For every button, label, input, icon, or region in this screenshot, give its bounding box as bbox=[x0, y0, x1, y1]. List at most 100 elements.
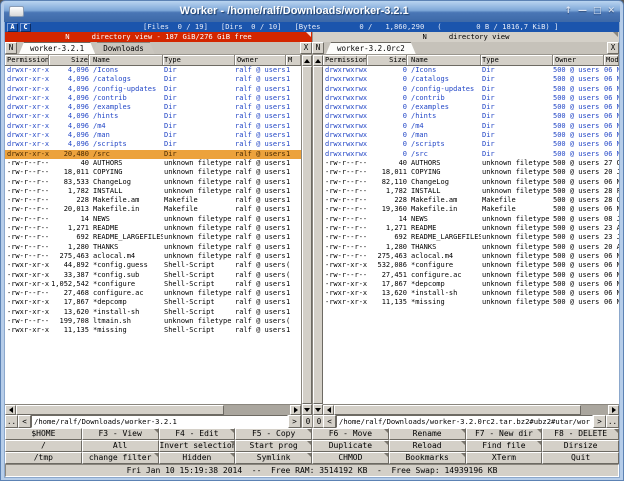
bank-button-dirsize[interactable]: Dirsize bbox=[542, 440, 619, 452]
mode-c-button[interactable]: C bbox=[20, 23, 31, 32]
file-row[interactable]: -rw-r--r--18,011COPYINGunknown filetype5… bbox=[323, 168, 619, 177]
dir-row[interactable]: drwxrwxrwx0/catalogsDir500 @ users06 N bbox=[323, 75, 619, 84]
dir-row[interactable]: drwxrwxrwx0/m4Dir500 @ users06 N bbox=[323, 122, 619, 131]
file-row[interactable]: -rw-r--r--1,280THANKSunknown filetype500… bbox=[323, 243, 619, 252]
file-row[interactable]: -rw-r--r--692README_LARGEFILESunknown fi… bbox=[5, 233, 301, 242]
dir-row[interactable]: drwxrwxrwx0/IconsDir500 @ users06 N bbox=[323, 66, 619, 75]
scroll-down-icon[interactable] bbox=[302, 404, 312, 415]
bank-button-duplicate[interactable]: Duplicate bbox=[312, 440, 389, 452]
column-header-type[interactable]: Type bbox=[481, 55, 553, 65]
dir-row[interactable]: drwxr-xr-x4,096/contribDirralf @ users1 bbox=[5, 94, 301, 103]
file-row[interactable]: -rwxr-xr-x13,620*install-shShell-Scriptr… bbox=[5, 308, 301, 317]
dir-row[interactable]: drwxrwxrwx0/hintsDir500 @ users06 N bbox=[323, 112, 619, 121]
bank-button-chmod[interactable]: CHMOD bbox=[312, 452, 389, 464]
right-hscroll-track[interactable] bbox=[334, 405, 608, 415]
bank-button-[interactable]: / bbox=[5, 440, 82, 452]
column-header-permission[interactable]: Permission bbox=[5, 55, 49, 65]
right-vscroll-thumb[interactable] bbox=[313, 66, 323, 404]
right-parent-dir-button[interactable]: .. bbox=[606, 415, 619, 428]
file-row[interactable]: -rw-r--r--27,468configure.acunknown file… bbox=[5, 289, 301, 298]
bank-button-bookmarks[interactable]: Bookmarks bbox=[389, 452, 466, 464]
file-row[interactable]: -rw-r--r--40AUTHORSunknown filetyperalf … bbox=[5, 159, 301, 168]
bank-button-home[interactable]: $HOME bbox=[5, 428, 82, 440]
bank-button-f8-delete[interactable]: F8 - DELETE bbox=[542, 428, 619, 440]
bank-button-change-filter[interactable]: change filter bbox=[82, 452, 159, 464]
bank-button-xterm[interactable]: XTerm bbox=[466, 452, 543, 464]
file-row[interactable]: -rw-r--r--692README_LARGEFILESunknown fi… bbox=[323, 233, 619, 242]
bank-button-rename[interactable]: Rename bbox=[389, 428, 466, 440]
dir-row[interactable]: drwxr-xr-x4,096/m4Dirralf @ users1 bbox=[5, 122, 301, 131]
column-header-permission[interactable]: Permission bbox=[323, 55, 367, 65]
left-new-tab-button[interactable]: N bbox=[5, 42, 17, 54]
shade-icon[interactable]: ↑ bbox=[564, 7, 572, 16]
dir-row[interactable]: drwxr-xr-x4,096/IconsDirralf @ users1 bbox=[5, 66, 301, 75]
left-forward-button[interactable]: > bbox=[288, 415, 301, 428]
left-close-tab-button[interactable]: X bbox=[300, 42, 312, 54]
scroll-up-icon[interactable] bbox=[313, 55, 323, 66]
tab-downloads[interactable]: Downloads bbox=[92, 42, 155, 54]
file-row[interactable]: -rwxr-xr-x532,086*configureunknown filet… bbox=[323, 261, 619, 270]
right-forward-button[interactable]: > bbox=[593, 415, 606, 428]
dir-row[interactable]: drwxrwxrwx0/srcDir500 @ users06 N bbox=[323, 150, 619, 159]
file-row[interactable]: -rwxr-xr-x17,867*depcompunknown filetype… bbox=[323, 280, 619, 289]
scroll-down-icon[interactable] bbox=[313, 404, 323, 415]
file-row[interactable]: -rwxr-xr-x11,135*missingunknown filetype… bbox=[323, 298, 619, 307]
column-header-type[interactable]: Type bbox=[163, 55, 235, 65]
right-path-input[interactable] bbox=[336, 415, 593, 428]
dir-row[interactable]: drwxr-xr-x4,096/scriptsDirralf @ users1 bbox=[5, 140, 301, 149]
left-hscroll-thumb[interactable] bbox=[16, 405, 224, 415]
scroll-right-icon[interactable] bbox=[290, 405, 301, 415]
right-vscrollbar[interactable]: 0 bbox=[312, 55, 323, 428]
column-header-modif[interactable]: Modif bbox=[604, 55, 619, 65]
bank-button-f5-copy[interactable]: F5 - Copy bbox=[235, 428, 312, 440]
column-header-size[interactable]: Size bbox=[49, 55, 89, 65]
dir-row[interactable]: drwxrwxrwx0/contribDir500 @ users06 N bbox=[323, 94, 619, 103]
column-header-name[interactable]: Name bbox=[89, 55, 163, 65]
dir-row[interactable]: drwxr-xr-x20,480/srcDirralf @ users1 bbox=[5, 150, 301, 159]
dir-row[interactable]: drwxr-xr-x4,096/manDirralf @ users1 bbox=[5, 131, 301, 140]
column-header-m[interactable]: M bbox=[286, 55, 301, 65]
minimize-icon[interactable]: — bbox=[578, 7, 587, 16]
file-row[interactable]: -rw-r--r--1,280THANKSunknown filetyperal… bbox=[5, 243, 301, 252]
left-pane-banner[interactable]: N directory view - 187 GiB/276 GiB free bbox=[5, 32, 312, 42]
scroll-left-icon[interactable] bbox=[323, 405, 334, 415]
left-back-button[interactable]: < bbox=[18, 415, 31, 428]
file-row[interactable]: -rwxr-xr-x44,892*config.guessShell-Scrip… bbox=[5, 261, 301, 270]
left-path-input[interactable] bbox=[31, 415, 288, 428]
bank-button-reload[interactable]: Reload bbox=[389, 440, 466, 452]
bank-button-start-prog[interactable]: Start prog bbox=[235, 440, 312, 452]
file-row[interactable]: -rw-r--r--20,013Makefile.inMakefileralf … bbox=[5, 205, 301, 214]
bank-button-symlink[interactable]: Symlink bbox=[235, 452, 312, 464]
right-file-list[interactable]: drwxrwxrwx0/IconsDir500 @ users06 Ndrwxr… bbox=[323, 66, 619, 404]
file-row[interactable]: -rwxr-xr-x17,867*depcompShell-Scriptralf… bbox=[5, 298, 301, 307]
column-header-name[interactable]: Name bbox=[407, 55, 481, 65]
close-icon[interactable]: ✕ bbox=[607, 7, 615, 16]
right-hscrollbar[interactable] bbox=[323, 404, 619, 415]
tab-worker-3-2-1[interactable]: worker-3.2.1 bbox=[19, 42, 95, 54]
dir-row[interactable]: drwxr-xr-x4,096/hintsDirralf @ users1 bbox=[5, 112, 301, 121]
file-row[interactable]: -rw-r--r--228Makefile.amMakefileralf @ u… bbox=[5, 196, 301, 205]
bank-button-quit[interactable]: Quit bbox=[542, 452, 619, 464]
left-hscroll-track[interactable] bbox=[16, 405, 290, 415]
scroll-up-icon[interactable] bbox=[302, 55, 312, 66]
bank-button-f4-edit[interactable]: F4 - Edit bbox=[159, 428, 236, 440]
left-file-list[interactable]: drwxr-xr-x4,096/IconsDirralf @ users1 drw… bbox=[5, 66, 301, 404]
file-row[interactable]: -rw-r--r--1,782INSTALLunknown filetype50… bbox=[323, 187, 619, 196]
column-header-owner[interactable]: Owner bbox=[553, 55, 604, 65]
file-row[interactable]: -rwxr-xr-x11,135*missingShell-Scriptralf… bbox=[5, 326, 301, 335]
window-menu-icon[interactable] bbox=[9, 6, 24, 17]
bank-button-tmp[interactable]: /tmp bbox=[5, 452, 82, 464]
file-row[interactable]: -rw-r--r--199,708ltmain.shunknown filety… bbox=[5, 317, 301, 326]
file-row[interactable]: -rwxr-xr-x33,387*config.subShell-Scriptr… bbox=[5, 271, 301, 280]
file-row[interactable]: -rw-r--r--1,782INSTALLunknown filetypera… bbox=[5, 187, 301, 196]
file-row[interactable]: -rw-r--r--275,463aclocal.m4unknown filet… bbox=[323, 252, 619, 261]
dir-row[interactable]: drwxr-xr-x4,096/config-updatesDirralf @ … bbox=[5, 85, 301, 94]
dir-row[interactable]: drwxrwxrwx0/scriptsDir500 @ users06 N bbox=[323, 140, 619, 149]
file-row[interactable]: -rw-r--r--27,451configure.acunknown file… bbox=[323, 271, 619, 280]
dir-row[interactable]: drwxrwxrwx0/examplesDir500 @ users06 N bbox=[323, 103, 619, 112]
file-row[interactable]: -rw-r--r--83,533ChangeLogunknown filetyp… bbox=[5, 178, 301, 187]
left-parent-dir-button[interactable]: .. bbox=[5, 415, 18, 428]
bank-button-f3-view[interactable]: F3 - View bbox=[82, 428, 159, 440]
right-back-button[interactable]: < bbox=[323, 415, 336, 428]
file-row[interactable]: -rw-r--r--14NEWSunknown filetyperalf @ u… bbox=[5, 215, 301, 224]
